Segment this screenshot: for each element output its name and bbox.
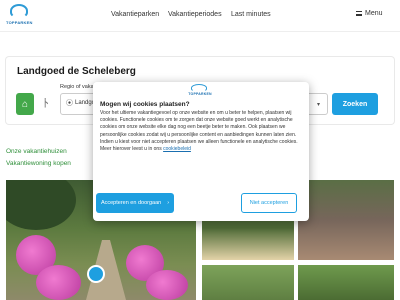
- nav-last-minutes[interactable]: Last minutes: [231, 11, 271, 18]
- cookie-title: Mogen wij cookies plaatsen?: [100, 101, 190, 108]
- nav-vakantieperiodes[interactable]: Vakantieperiodes: [168, 11, 222, 18]
- cookie-logo-text: TOPPARKEN: [188, 92, 212, 96]
- accept-cookies-button[interactable]: Accepteren en doorgaan ›: [96, 193, 174, 213]
- nav-vakantieparken[interactable]: Vakantieparken: [111, 11, 159, 18]
- cookie-text: Voor het ultieme vakantiegevoel op onze …: [100, 110, 305, 153]
- home-icon: ⌂: [21, 98, 29, 110]
- link-vakantiewoning-kopen[interactable]: Vakantiewoning kopen: [6, 160, 71, 167]
- menu-button[interactable]: Menu: [356, 10, 383, 17]
- reject-cookies-button[interactable]: Niet accepteren: [241, 193, 297, 213]
- cookie-logo: TOPPARKEN: [187, 83, 213, 97]
- cookie-body-text: Voor het ultieme vakantiegevoel op onze …: [100, 110, 298, 153]
- home-type-button[interactable]: ⌂: [16, 93, 34, 115]
- logo-badge-icon: [87, 265, 105, 283]
- park-photo-garden[interactable]: [202, 265, 294, 300]
- chevron-down-icon: ▾: [317, 102, 321, 108]
- cookie-dialog: TOPPARKEN Mogen wij cookies plaatsen? Vo…: [93, 82, 309, 221]
- cookiebeleid-link[interactable]: cookiebeleid: [163, 146, 191, 152]
- chevron-right-icon: ›: [167, 200, 170, 206]
- logo-mark-icon: [191, 84, 207, 92]
- menu-icon: [356, 11, 362, 16]
- accept-label: Accepteren en doorgaan: [100, 200, 162, 206]
- park-photo-street[interactable]: [298, 180, 394, 260]
- site-header: TOPPARKEN Vakantieparken Vakantieperiode…: [0, 0, 400, 32]
- page-title: Landgoed de Scheleberg: [17, 66, 136, 77]
- logo-mark-icon: [10, 4, 28, 18]
- topparken-logo[interactable]: TOPPARKEN: [6, 4, 32, 28]
- person-icon[interactable]: ﾄ: [41, 96, 51, 110]
- park-photo-trees[interactable]: [298, 265, 394, 300]
- menu-label: Menu: [365, 10, 383, 17]
- search-button[interactable]: Zoeken: [332, 93, 378, 115]
- link-vakantiehuizen[interactable]: Onze vakantiehuizen: [6, 148, 67, 155]
- logo-text: TOPPARKEN: [6, 20, 33, 25]
- map-pin-icon: ⦿: [66, 100, 73, 107]
